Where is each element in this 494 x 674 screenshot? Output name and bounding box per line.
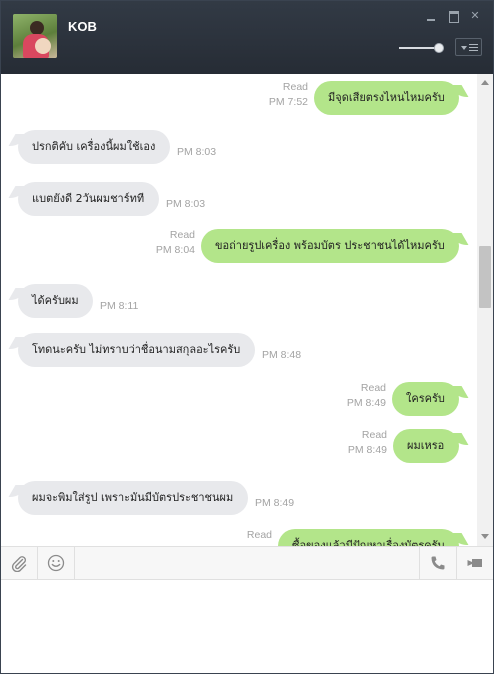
message-timestamp: PM 8:11 (100, 300, 139, 312)
menu-icon-line (469, 50, 478, 51)
paperclip-icon (11, 556, 27, 572)
message-meta: Read PM 8:49 (348, 428, 387, 458)
scrollbar-thumb[interactable] (479, 246, 491, 308)
outgoing-message-bubble[interactable]: ซื้อของแล้วมีปัญหาเรื่องบัตรครับ (278, 529, 459, 546)
avatar-child (35, 38, 51, 54)
message-list[interactable]: Read PM 7:52 มีจุดเสียตรงไหนไหมครับ PM 8:03… (1, 74, 477, 546)
read-receipt: Read (282, 81, 308, 93)
chat-header: KOB ✕ (1, 1, 493, 74)
smiley-icon (47, 554, 65, 572)
message-timestamp: PM 8:48 (262, 349, 302, 361)
message-meta: Read PM 8:04 (156, 228, 195, 258)
outgoing-message-bubble[interactable]: มีจุดเสียตรงไหนไหมครับ (314, 81, 459, 115)
menu-button[interactable] (455, 38, 482, 56)
avatar[interactable] (13, 14, 57, 58)
menu-icon-line (469, 47, 478, 48)
maximize-icon[interactable] (447, 10, 459, 23)
voice-call-button[interactable] (419, 547, 456, 580)
message-timestamp: PM 8:49 (346, 397, 386, 409)
chevron-down-icon (461, 46, 467, 50)
incoming-message-bubble[interactable]: ปรกติคับ เครื่องนี้ผมใช้เอง (18, 130, 170, 164)
message-timestamp: PM 8:49 (347, 444, 387, 456)
message-timestamp: PM 7:52 (268, 96, 308, 108)
read-receipt: Read (246, 529, 272, 541)
incoming-message-bubble[interactable]: แบตยังดี 2วันผมชาร์ทที (18, 182, 159, 216)
outgoing-message-bubble[interactable]: ขอถ่ายรูปเครื่อง พร้อมบัตร ประชาชนได้ไหม… (201, 229, 459, 263)
contact-name: KOB (68, 19, 97, 34)
emoji-button[interactable] (38, 547, 75, 580)
read-receipt: Read (360, 382, 386, 394)
read-receipt: Read (169, 229, 195, 241)
message-input[interactable] (1, 580, 493, 673)
close-icon[interactable]: ✕ (469, 10, 481, 22)
message-meta: Read PM 8:49 (347, 381, 386, 411)
outgoing-message-bubble[interactable]: ใครครับ (392, 382, 459, 416)
avatar-person-head (30, 21, 44, 35)
incoming-message-bubble[interactable]: โทดนะครับ ไม่ทราบว่าชื่อนามสกุลอะไรครับ (18, 333, 255, 367)
message-meta: Read (247, 528, 272, 543)
volume-slider[interactable] (399, 43, 447, 53)
incoming-message-bubble[interactable]: ได้ครับผม (18, 284, 93, 318)
message-timestamp: PM 8:49 (255, 497, 295, 509)
scroll-up-arrow-icon[interactable] (481, 80, 489, 85)
message-timestamp: PM 8:03 (177, 146, 217, 158)
minimize-icon[interactable] (425, 10, 437, 22)
menu-icon (469, 44, 478, 45)
read-receipt: Read (361, 429, 387, 441)
phone-icon (431, 556, 445, 570)
volume-slider-handle[interactable] (433, 43, 444, 53)
message-meta: Read PM 7:52 (269, 80, 308, 110)
outgoing-message-bubble[interactable]: ผมเหรอ (393, 429, 459, 463)
video-camera-icon (467, 559, 482, 567)
volume-slider-fill (399, 47, 439, 49)
video-call-button[interactable] (456, 547, 493, 580)
message-timestamp: PM 8:03 (166, 198, 206, 210)
scrollbar[interactable] (477, 74, 493, 546)
attach-button[interactable] (1, 547, 38, 580)
incoming-message-bubble[interactable]: ผมจะพิมใส่รูป เพราะมันมีบัตรประชาชนผม (18, 481, 248, 515)
message-timestamp: PM 8:04 (155, 244, 195, 256)
chat-window: KOB ✕ Read PM 7:52 มีจุดเสียตรงไหนไหมครับ P… (0, 0, 494, 674)
scroll-down-arrow-icon[interactable] (481, 534, 489, 539)
composer-toolbar (1, 546, 493, 580)
